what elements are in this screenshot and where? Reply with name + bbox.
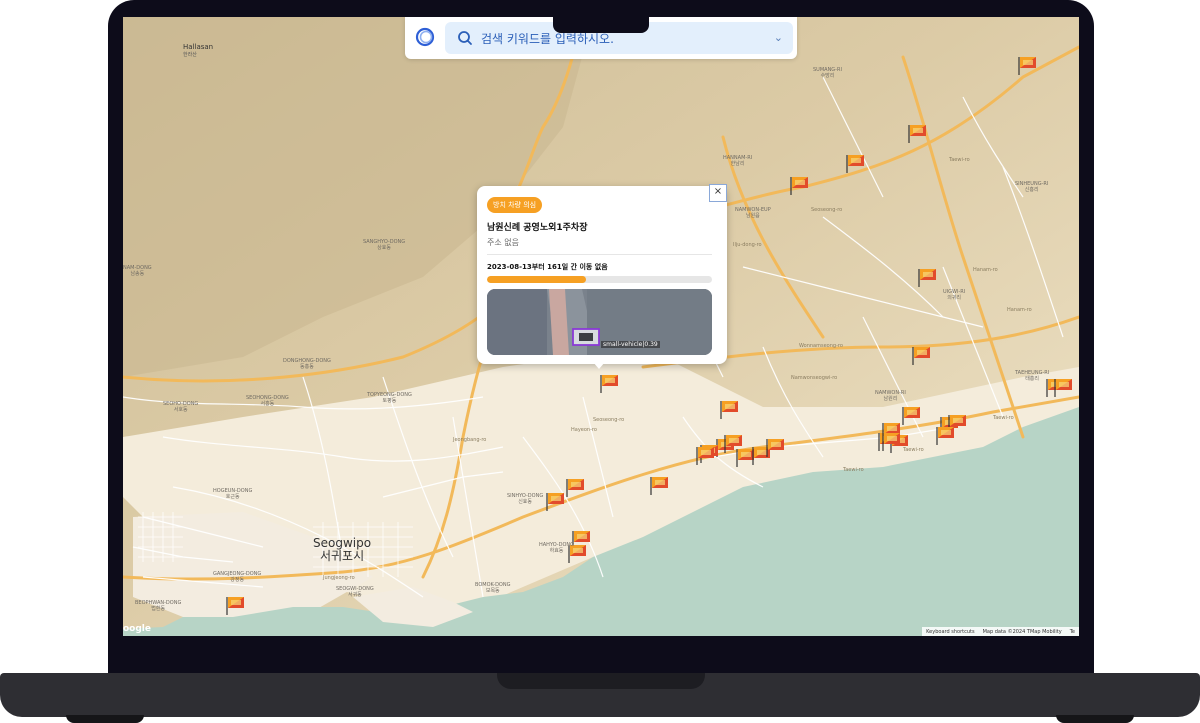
road-label: Hayeon-ro — [571, 427, 597, 433]
road-label: Seoseong-ro — [811, 207, 843, 213]
place-label: BOMOK-DONG 보목동 — [475, 582, 511, 594]
popup-pointer — [593, 362, 605, 369]
place-label: SEOGWI-DONG 서귀동 — [336, 586, 374, 598]
search-icon — [458, 31, 472, 45]
map-attribution: Keyboard shortcuts Map data ©2024 TMap M… — [922, 627, 1079, 636]
google-logo: oogle — [123, 624, 151, 634]
status-badge: 방치 차량 의심 — [487, 197, 543, 213]
city-label: Seogwipo 서귀포시 — [313, 536, 372, 563]
satellite-image — [487, 289, 712, 355]
road-label: Taewi-ro — [843, 467, 864, 473]
close-button[interactable]: × — [709, 184, 727, 202]
laptop-foot — [66, 715, 144, 723]
camera-notch — [553, 17, 649, 33]
detection-label: small-vehicle|0.39 — [601, 341, 660, 348]
place-label: GANGJEONG-DONG 강정동 — [213, 571, 262, 583]
idle-progress-bar — [487, 276, 712, 283]
vehicle-info-popup: 방치 차량 의심 × 남원신례 공영노외1주차장 주소 없음 2023-08-1… — [477, 184, 727, 364]
mountain-label: Hallasan 한라산 — [183, 43, 214, 58]
progress-fill — [487, 276, 586, 283]
place-label: HAHYO-DONG 하효동 — [539, 542, 574, 554]
chevron-down-icon[interactable]: ⌄ — [774, 31, 783, 44]
idle-duration-text: 2023-08-13부터 161일 간 이동 없음 — [487, 263, 608, 271]
place-label: NAM-DONG 남송동 — [123, 265, 152, 277]
place-label: NAMWON-EUP 남원읍 — [735, 207, 771, 219]
map-data-credit: Map data ©2024 TMap Mobility — [982, 628, 1062, 635]
place-label: TAEHEUNG-RI 태흥리 — [1015, 370, 1050, 382]
road-label: Hanam-ro — [1007, 307, 1032, 313]
place-label: DONGHONG-DONG 동홍동 — [283, 358, 331, 370]
address-text: 주소 없음 — [487, 238, 519, 247]
place-label: SINHEUNG-RI 신흥리 — [1015, 181, 1049, 193]
road-label: Taewi-ro — [993, 415, 1014, 421]
keyboard-shortcuts-link[interactable]: Keyboard shortcuts — [926, 629, 974, 635]
road-label: Namwonseogwi-ro — [791, 375, 838, 381]
app-screen: Hallasan 한라산 SUMANG-RI 수망리 HANNAM-RI 한남리 NA… — [123, 17, 1079, 636]
road-label: Taewi-ro — [949, 157, 970, 163]
place-label: SINHYO-DONG 신효동 — [507, 493, 544, 505]
place-label: HANNAM-RI 한남리 — [723, 155, 753, 167]
place-label: TOPYEONG-DONG 토평동 — [367, 392, 412, 404]
satellite-thumbnail[interactable]: small-vehicle|0.39 — [487, 289, 712, 355]
place-label: UIGWI-RI 의귀리 — [943, 289, 966, 301]
place-label: SANGHYO-DONG 상효동 — [363, 239, 406, 251]
road-label: Jungjeong-ro — [323, 575, 355, 581]
place-label: SEOHO-DONG 서호동 — [163, 401, 199, 413]
place-label: BEOPHWAN-DONG 법환동 — [135, 600, 182, 612]
road-label: Ilju-dong-ro — [733, 242, 762, 248]
laptop-base-notch — [497, 673, 705, 689]
road-label: Taewi-ro — [903, 447, 924, 453]
parking-lot-title: 남원신례 공영노외1주차장 — [487, 223, 588, 233]
place-label: SEOHONG-DONG 서홍동 — [246, 395, 289, 407]
app-logo-icon[interactable] — [415, 27, 435, 47]
laptop-foot — [1056, 715, 1134, 723]
place-label: HOGEUN-DONG 호근동 — [213, 488, 253, 500]
divider — [487, 254, 712, 255]
road-label: Hanam-ro — [973, 267, 998, 273]
place-label: SUMANG-RI 수망리 — [813, 67, 842, 79]
place-label: NAMWON-RI 남원리 — [875, 390, 906, 402]
road-label: Seoseong-ro — [593, 417, 625, 423]
road-label: Wonnamseong-ro — [799, 343, 843, 349]
terms-link[interactable]: Te — [1070, 629, 1075, 635]
road-label: Jeongbang-ro — [453, 437, 487, 443]
